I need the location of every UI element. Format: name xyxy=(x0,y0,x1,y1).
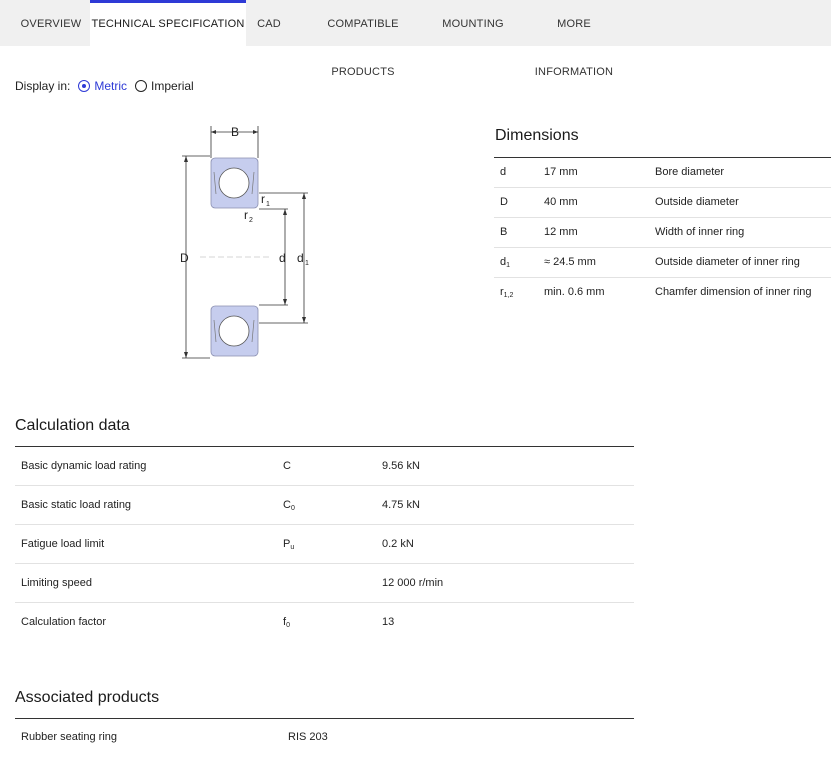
tab-mounting[interactable]: MOUNTING xyxy=(438,0,508,46)
dimension-value: 12 mm xyxy=(544,226,578,238)
table-row: Fatigue load limit Pu 0.2 kN xyxy=(15,525,634,564)
dimension-value: 17 mm xyxy=(544,166,578,178)
calc-symbol: Pu xyxy=(283,538,295,551)
table-row: Basic static load rating C0 4.75 kN xyxy=(15,486,634,525)
table-row: r1,2 min. 0.6 mm Chamfer dimension of in… xyxy=(494,278,831,307)
dimensions-table: d 17 mm Bore diameter D 40 mm Outside di… xyxy=(494,157,831,307)
dimension-description: Outside diameter of inner ring xyxy=(655,256,800,268)
metric-radio-option[interactable]: Metric xyxy=(78,79,127,93)
dimension-value: ≈ 24.5 mm xyxy=(544,256,596,268)
display-label: Display in: xyxy=(15,79,71,93)
calc-value: 4.75 kN xyxy=(382,499,420,511)
associated-products-table: Rubber seating ring RIS 203 xyxy=(15,718,634,757)
table-row: B 12 mm Width of inner ring xyxy=(494,218,831,248)
associated-product-value[interactable]: RIS 203 xyxy=(288,731,328,743)
calc-label: Basic static load rating xyxy=(21,499,132,511)
imperial-label[interactable]: Imperial xyxy=(151,79,194,93)
table-row: Calculation factor f0 13 xyxy=(15,603,634,641)
table-row: Basic dynamic load rating C 9.56 kN xyxy=(15,447,634,486)
dimension-symbol: B xyxy=(500,226,508,238)
chamfer-r2-label: r xyxy=(244,208,248,222)
chamfer-r1-label: r xyxy=(261,192,265,206)
table-row: d1 ≈ 24.5 mm Outside diameter of inner r… xyxy=(494,248,831,278)
tab-more-information[interactable]: MORE INFORMATION xyxy=(518,0,630,78)
bearing-cross-section-drawing: B D d d 1 r 1 r 2 xyxy=(180,125,309,359)
dimension-value: 40 mm xyxy=(544,196,578,208)
calculation-data-heading: Calculation data xyxy=(15,417,130,434)
calc-value: 13 xyxy=(382,616,395,628)
table-row: Rubber seating ring RIS 203 xyxy=(15,719,634,757)
inner-ring-diameter-d1-label: d xyxy=(297,251,304,265)
outside-diameter-d-label: D xyxy=(180,251,189,265)
dimension-description: Bore diameter xyxy=(655,166,725,178)
inner-ring-diameter-d1-subscript: 1 xyxy=(305,260,309,267)
tab-bar: OVERVIEW TECHNICAL SPECIFICATION CAD COM… xyxy=(0,0,831,78)
radio-unselected-icon[interactable] xyxy=(135,80,148,92)
calc-label: Limiting speed xyxy=(21,577,92,589)
radio-selected-icon[interactable] xyxy=(78,80,91,92)
imperial-radio-option[interactable]: Imperial xyxy=(135,79,194,93)
table-row: D 40 mm Outside diameter xyxy=(494,188,831,218)
dimension-symbol: D xyxy=(500,196,508,208)
metric-label[interactable]: Metric xyxy=(94,79,127,93)
dimension-symbol: d xyxy=(500,166,507,178)
bearing-dimension-diagram: B D d d 1 r 1 r 2 xyxy=(170,118,330,368)
dimension-symbol: d1 xyxy=(500,256,511,269)
tab-cad[interactable]: CAD xyxy=(250,0,288,46)
dimension-symbol: r1,2 xyxy=(500,286,514,299)
table-row: d 17 mm Bore diameter xyxy=(494,158,831,188)
width-b-label: B xyxy=(231,125,239,139)
calc-symbol: C0 xyxy=(283,499,295,512)
calc-value: 0.2 kN xyxy=(382,538,414,550)
calc-label: Calculation factor xyxy=(21,616,106,628)
table-row: Limiting speed 12 000 r/min xyxy=(15,564,634,603)
calc-value: 9.56 kN xyxy=(382,460,420,472)
calculation-data-table: Basic dynamic load rating C 9.56 kN Basi… xyxy=(15,446,634,641)
dimension-description: Chamfer dimension of inner ring xyxy=(655,286,812,298)
dimensions-heading: Dimensions xyxy=(495,127,579,144)
tab-compatible-products[interactable]: COMPATIBLE PRODUCTS xyxy=(298,0,428,78)
tab-technical-specification[interactable]: TECHNICAL SPECIFICATION xyxy=(90,0,246,46)
calc-label: Fatigue load limit xyxy=(21,538,105,550)
dimension-value: min. 0.6 mm xyxy=(544,286,605,298)
display-unit-selector: Display in: Metric Imperial xyxy=(15,79,202,93)
associated-product-label: Rubber seating ring xyxy=(21,731,118,743)
calc-label: Basic dynamic load rating xyxy=(21,460,147,472)
tab-overview[interactable]: OVERVIEW xyxy=(14,0,88,46)
calc-symbol: C xyxy=(283,460,291,472)
chamfer-r2-subscript: 2 xyxy=(249,217,253,224)
calc-symbol: f0 xyxy=(283,616,290,629)
chamfer-r1-subscript: 1 xyxy=(266,201,270,208)
bore-diameter-d-label: d xyxy=(279,251,286,265)
associated-products-heading: Associated products xyxy=(15,689,160,706)
calc-value: 12 000 r/min xyxy=(382,577,444,589)
dimension-description: Outside diameter xyxy=(655,196,739,208)
dimension-description: Width of inner ring xyxy=(655,226,745,238)
